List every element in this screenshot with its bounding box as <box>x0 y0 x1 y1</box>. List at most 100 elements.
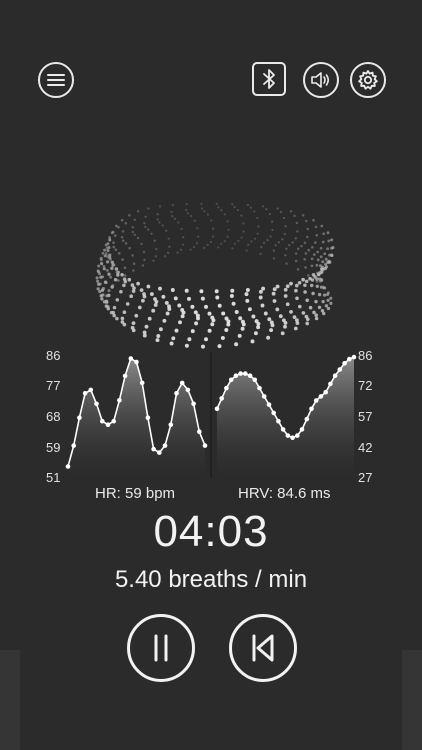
torus-particle <box>184 288 189 293</box>
torus-particle <box>105 246 109 250</box>
speaker-icon <box>311 72 330 88</box>
hrv-point <box>342 361 347 366</box>
torus-particle <box>190 329 195 334</box>
torus-particle <box>173 217 177 220</box>
torus-particle <box>283 324 287 329</box>
torus-particle <box>181 310 186 315</box>
torus-particle <box>242 230 245 233</box>
torus-particle <box>158 327 163 332</box>
torus-particle <box>226 220 229 223</box>
torus-particle <box>161 224 164 227</box>
torus-particle <box>250 240 253 243</box>
torus-particle <box>303 283 307 288</box>
torus-particle <box>283 287 288 292</box>
torus-particle <box>256 232 259 235</box>
torus-particle <box>293 214 296 218</box>
pause-icon <box>154 634 168 662</box>
torus-particle <box>229 294 234 298</box>
torus-particle <box>131 225 135 229</box>
hr-point <box>82 391 88 396</box>
torus-particle <box>170 210 173 214</box>
torus-particle <box>98 282 102 286</box>
torus-particle <box>207 328 212 333</box>
torus-particle <box>291 241 294 244</box>
torus-particle <box>124 221 128 225</box>
hrv-point <box>347 356 352 362</box>
torus-particle <box>269 235 272 238</box>
torus-particle <box>113 277 118 282</box>
torus-particle <box>295 296 299 301</box>
torus-particle <box>197 235 200 238</box>
hrv-point <box>252 377 258 383</box>
torus-particle <box>265 208 268 211</box>
torus-particle <box>294 288 298 293</box>
torus-particle <box>326 247 330 251</box>
hrv-point <box>309 406 314 412</box>
torus-particle <box>153 239 156 242</box>
hr-point <box>168 422 174 427</box>
torus-particle <box>223 213 226 216</box>
torus-particle <box>192 245 196 249</box>
torus-particle <box>296 268 300 271</box>
torus-particle <box>194 321 199 326</box>
torus-particle <box>296 247 300 251</box>
torus-particle <box>200 202 203 205</box>
hrv-point <box>328 381 333 387</box>
torus-particle <box>270 323 275 328</box>
settings-button[interactable] <box>350 62 386 98</box>
torus-particle <box>98 272 102 276</box>
torus-particle <box>284 225 287 228</box>
torus-particle <box>313 241 317 244</box>
torus-particle <box>114 248 118 252</box>
torus-particle <box>266 239 269 242</box>
torus-particle <box>121 230 125 233</box>
torus-particle <box>109 310 114 315</box>
hrv-point <box>276 418 281 424</box>
hr-point <box>105 422 111 427</box>
pause-button[interactable] <box>127 614 195 682</box>
torus-particle <box>330 246 334 250</box>
torus-particle <box>221 311 226 316</box>
torus-particle <box>274 244 277 247</box>
hrv-point <box>313 398 319 403</box>
torus-particle <box>215 202 218 205</box>
menu-button[interactable] <box>38 62 74 98</box>
torus-particle <box>240 236 243 239</box>
torus-particle <box>178 320 182 325</box>
torus-particle <box>268 212 271 216</box>
torus-particle <box>158 286 162 291</box>
torus-particle <box>295 321 300 325</box>
hr-point <box>202 443 208 448</box>
bluetooth-button[interactable] <box>252 62 286 96</box>
torus-particle <box>319 264 322 268</box>
torus-particle <box>289 310 293 314</box>
torus-particle <box>131 230 135 234</box>
torus-particle <box>203 246 206 249</box>
torus-particle <box>133 218 137 222</box>
torus-particle <box>321 311 326 316</box>
torus-particle <box>257 225 260 228</box>
restart-button[interactable] <box>229 614 297 682</box>
torus-particle <box>306 227 310 231</box>
torus-particle <box>305 317 310 322</box>
hamburger-menu-icon <box>47 74 65 86</box>
torus-particle <box>217 206 220 209</box>
torus-particle <box>310 257 314 261</box>
torus-particle <box>322 232 325 236</box>
torus-particle <box>108 238 112 242</box>
sound-button[interactable] <box>303 62 339 98</box>
skip-back-icon <box>252 634 274 662</box>
torus-particle <box>163 255 167 258</box>
torus-particle <box>315 263 319 267</box>
torus-particle <box>316 250 320 254</box>
hrv-point <box>304 416 310 422</box>
torus-particle <box>251 314 256 319</box>
torus-particle <box>314 316 319 321</box>
torus-particle <box>142 294 147 299</box>
torus-particle <box>305 321 310 326</box>
hr-area <box>68 358 205 477</box>
torus-particle <box>210 219 213 222</box>
torus-particle <box>211 318 216 323</box>
torus-particle <box>240 214 243 217</box>
torus-particle <box>146 228 150 231</box>
